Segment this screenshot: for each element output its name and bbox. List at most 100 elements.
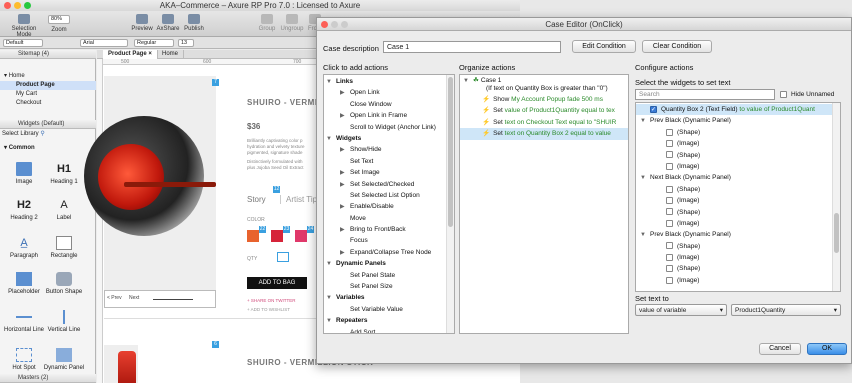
action-item[interactable]: Set Panel Size [326,281,444,292]
clear-condition-button[interactable]: Clear Condition [642,40,712,53]
widget-tree-item[interactable]: (Shape) [636,150,832,161]
action-item[interactable]: Set Variable Value [326,304,444,315]
zoom-window-icon[interactable] [24,2,31,9]
share-twitter-link[interactable]: + SHARE ON TWITTER [247,298,296,303]
widget-tree-item[interactable]: ▼ Next Black (Dynamic Panel) [636,172,832,183]
hide-unnamed-checkbox[interactable]: Hide Unnamed [780,89,834,100]
sitemap-item-my-cart[interactable]: My Cart [0,90,96,99]
action-item[interactable]: Close Window [326,99,444,110]
widget-tree-item[interactable]: ▼ Prev Black (Dynamic Panel) [636,229,832,240]
widget-tree-item[interactable]: (Image) [636,161,832,172]
organized-action[interactable]: ⚡ Set text on Checkout Text equal to "SHU… [460,117,628,128]
sitemap-item-product-page[interactable]: Product Page [0,81,96,90]
widget-label[interactable]: A Label [40,198,88,221]
widget-button-shape[interactable]: Button Shape [40,272,88,295]
action-item[interactable]: ▶ Show/Hide [326,144,444,155]
action-item[interactable]: ▶ Expand/Collapse Tree Node [326,247,444,258]
widget-checkbox[interactable] [666,162,673,170]
organized-action[interactable]: ⚡ Set text on Quantity Box 2 equal to val… [460,128,628,140]
widget-vertical-line[interactable]: Vertical Line [40,310,88,333]
widget-tree-item[interactable]: (Image) [636,218,832,229]
close-tab-icon[interactable]: × [148,51,152,57]
axshare-button[interactable]: AxShare [156,14,180,32]
collapse-arrow-icon[interactable]: ▶ [340,111,350,122]
widget-heading-1[interactable]: H1 Heading 1 [40,162,88,185]
widget-tree-item[interactable]: (Shape) [636,127,832,138]
widget-tree-item[interactable]: (Shape) [636,207,832,218]
quantity-box[interactable] [277,252,289,262]
product-image[interactable] [84,76,216,306]
search-icon[interactable]: ⚲ [40,131,44,137]
action-item[interactable]: ▼ Repeaters [326,315,444,326]
expand-arrow-icon[interactable]: ▼ [326,134,336,145]
organized-action[interactable]: ⚡ Show My Account Popup fade 500 ms [460,94,628,105]
action-item[interactable]: ▶ Set Selected/Checked [326,179,444,190]
search-input[interactable]: Search [635,89,775,100]
widget-tree-item[interactable]: ▼ Prev Black (Dynamic Panel) [636,115,832,126]
story-tab[interactable]: Story [247,195,266,204]
widget-checkbox[interactable] [666,242,673,250]
font-select[interactable]: Arial [80,39,128,47]
preview-button[interactable]: Preview [130,14,154,32]
widget-checkbox[interactable] [666,151,673,159]
style-select[interactable]: Default [3,39,43,47]
action-item[interactable]: Scroll to Widget (Anchor Link) [326,122,444,133]
widget-checkbox[interactable] [666,265,673,273]
group-button[interactable]: Group [256,14,278,32]
widget-rectangle[interactable]: Rectangle [40,236,88,259]
close-dialog-icon[interactable] [321,21,328,28]
set-text-type-select[interactable]: value of variable ▾ [635,304,727,316]
actions-scrollbar[interactable] [446,75,454,333]
widget-tree-item[interactable]: (Shape) [636,184,832,195]
widget-tree-item[interactable]: (Image) [636,195,832,206]
expand-arrow-icon[interactable]: ▼ [326,316,336,327]
case-description-input[interactable]: Case 1 [383,41,561,53]
expand-arrow-icon[interactable]: ▼ [326,77,336,88]
action-item[interactable]: ▶ Bring to Front/Back [326,224,444,235]
widget-tree-item[interactable]: (Shape) [636,241,832,252]
select-library[interactable]: Select Library ⚲ [0,130,96,139]
weight-select[interactable]: Regular [134,39,174,47]
action-item[interactable]: ▼ Links [326,76,444,87]
organized-action[interactable]: ⚡ Set value of Product1Quantity equal to … [460,105,628,116]
action-item[interactable]: Focus [326,235,444,246]
ungroup-button[interactable]: Ungroup [280,14,304,32]
widget-tree-item[interactable]: ✓ Quantity Box 2 (Text Field) to value of… [636,104,832,116]
cancel-button[interactable]: Cancel [759,343,801,355]
scroll-thumb[interactable] [834,213,839,253]
widget-checkbox[interactable] [666,185,673,193]
color-swatch[interactable] [247,230,259,242]
sitemap-item-checkout[interactable]: Checkout [0,99,96,108]
widget-checkbox[interactable] [666,219,673,227]
sitemap-item-home[interactable]: ▾ Home [0,72,96,81]
action-item[interactable]: ▶ Enable/Disable [326,201,444,212]
expand-arrow-icon[interactable]: ▼ [326,293,336,304]
action-item[interactable]: ▼ Widgets [326,133,444,144]
action-item[interactable]: ▶ Set Image [326,167,444,178]
widget-checkbox[interactable] [666,253,673,261]
expand-arrow-icon[interactable]: ▼ [640,230,650,241]
action-item[interactable]: Add Sort [326,327,444,333]
action-item[interactable]: ▶ Open Link [326,87,444,98]
tab-product-page[interactable]: Product Page × [103,50,158,59]
add-to-bag-button[interactable]: ADD TO BAG [247,277,307,289]
widget-checkbox[interactable] [666,276,673,284]
font-size-select[interactable]: 13 [178,39,194,47]
expand-arrow-icon[interactable]: ▼ [640,173,650,184]
scroll-thumb[interactable] [448,77,453,227]
action-item[interactable]: Set Panel State [326,270,444,281]
widget-dynamic-panel[interactable]: Dynamic Panel [40,348,88,371]
close-window-icon[interactable] [4,2,11,9]
expand-arrow-icon[interactable]: ▼ [326,259,336,270]
widget-tree-item[interactable]: (Image) [636,275,832,286]
widget-checkbox[interactable] [666,208,673,216]
widget-checkbox[interactable] [666,196,673,204]
publish-button[interactable]: Publish [182,14,206,32]
action-item[interactable]: Set Text [326,156,444,167]
action-item[interactable]: Move [326,213,444,224]
edit-condition-button[interactable]: Edit Condition [572,40,636,53]
widget-tree-item[interactable]: (Image) [636,138,832,149]
variable-select[interactable]: Product1Quantity ▾ [731,304,841,316]
action-item[interactable]: ▼ Dynamic Panels [326,258,444,269]
widget-tree-item[interactable]: (Shape) [636,263,832,274]
